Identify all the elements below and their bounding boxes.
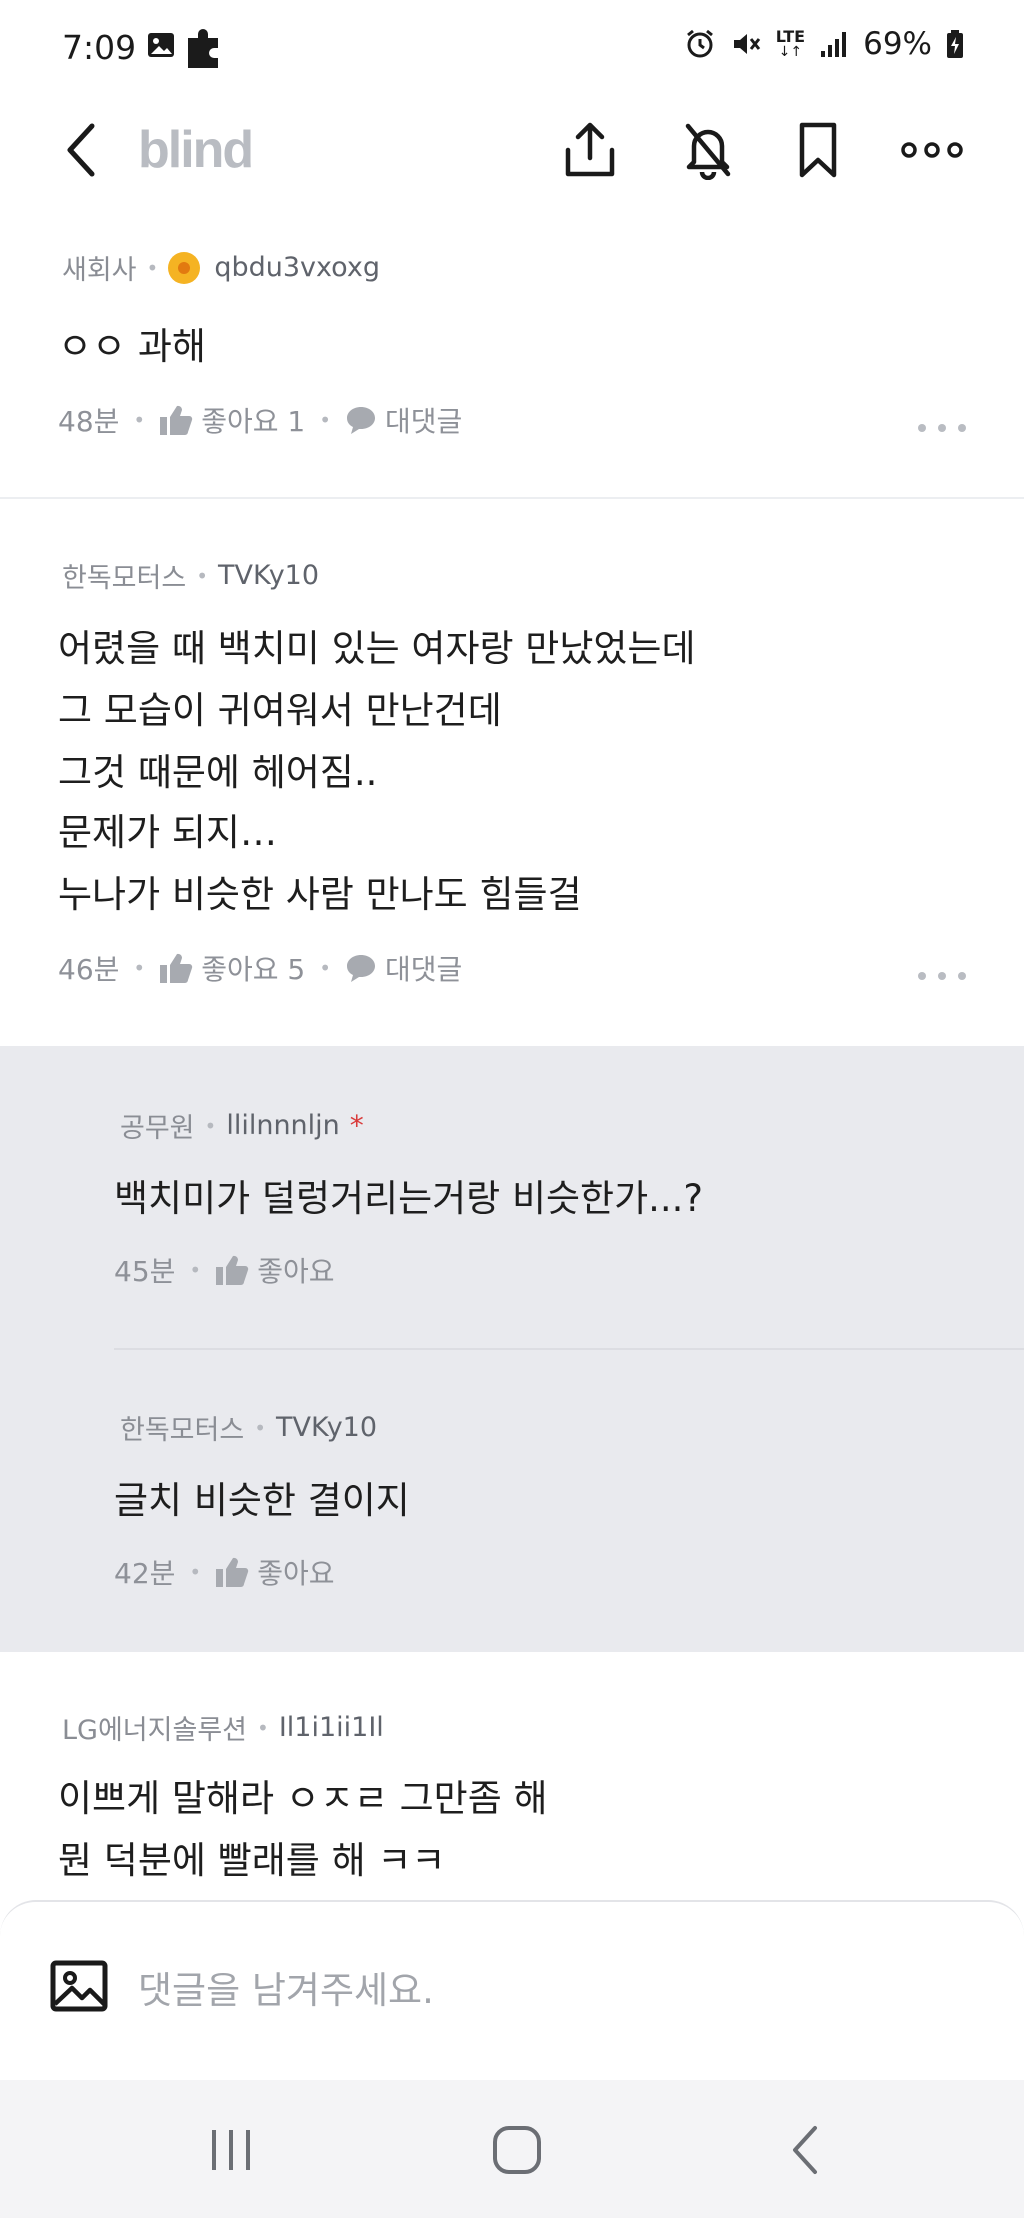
image-attach-icon[interactable]	[50, 1960, 108, 2012]
bookmark-button[interactable]	[786, 118, 850, 182]
comment-author: LG에너지솔루션 • Il1i1ii1Il	[62, 1708, 384, 1747]
share-icon	[565, 122, 615, 177]
comment-time: 42분	[114, 1557, 176, 1590]
comment-time: 48분	[58, 405, 120, 438]
verified-badge-icon	[168, 251, 201, 284]
reply-item: 공무원 • llilnnnljn * 백치미가 덜렁거리는거랑 비슷한가...?…	[0, 1046, 1024, 1350]
chat-bubble-icon	[346, 955, 375, 982]
author-mark: *	[349, 1109, 364, 1142]
thumbs-up-icon	[216, 1557, 249, 1587]
share-button[interactable]	[558, 118, 622, 182]
comment-time: 45분	[114, 1255, 176, 1288]
comment-text-line: 그 모습이 귀여워서 만난건데	[58, 689, 502, 732]
reply-button[interactable]: 대댓글	[345, 948, 462, 988]
status-time: 7:09	[62, 28, 137, 67]
notifications-off-icon	[685, 123, 731, 180]
battery-level: 69%	[863, 26, 932, 62]
battery-icon	[947, 30, 963, 58]
notification-toggle-button[interactable]	[676, 118, 740, 182]
mute-icon	[733, 34, 760, 54]
more-button[interactable]	[900, 118, 964, 182]
comment-item: LG에너지솔루션 • Il1i1ii1Il 이쁘게 말해라 ㅇㅈㄹ 그만좀 해 …	[0, 1680, 1024, 1900]
comment-author: 한독모터스 • TVKy10	[62, 556, 319, 595]
like-button[interactable]: 좋아요	[215, 1250, 334, 1290]
status-bar: 7:09 LTE ↓↑ 69%	[0, 0, 1024, 100]
system-nav-bar	[0, 2080, 1024, 2218]
recent-apps-icon	[212, 2130, 250, 2170]
nickname[interactable]: Il1i1ii1Il	[279, 1712, 384, 1743]
comment-item: 한독모터스 • TVKy10 어렸을 때 백치미 있는 여자랑 만났었는데 그 …	[0, 530, 1024, 1046]
comment-text-line: ㅇㅇ 과해	[58, 325, 206, 368]
more-icon	[901, 142, 963, 158]
reply-item: 한독모터스 • TVKy10 글치 비슷한 결이지 42분 • 좋아요	[0, 1350, 1024, 1652]
company-name[interactable]: 공무원	[120, 1106, 195, 1145]
comment-item: 새회사 • qbdu3vxoxg ㅇㅇ 과해 48분 • 좋아요 1 • 대댓글	[0, 230, 1024, 498]
nav-back-button[interactable]	[770, 2122, 840, 2178]
comment-author: 한독모터스 • TVKy10	[120, 1408, 377, 1447]
company-name[interactable]: 한독모터스	[62, 556, 186, 595]
comment-text-line: 뭔 덕분에 빨래를 해 ㅋㅋ	[58, 1839, 446, 1882]
nickname[interactable]: TVKy10	[218, 560, 319, 591]
comment-text-line: 백치미가 덜렁거리는거랑 비슷한가...?	[114, 1177, 704, 1220]
comment-text-line: 어렸을 때 백치미 있는 여자랑 만났었는데	[58, 627, 696, 670]
thumbs-up-icon	[160, 953, 193, 983]
company-name[interactable]: 한독모터스	[120, 1408, 244, 1447]
comment-text-line: 글치 비슷한 결이지	[114, 1479, 410, 1522]
thumbs-up-icon	[160, 405, 193, 435]
nickname[interactable]: TVKy10	[276, 1412, 377, 1443]
signal-icon	[821, 32, 847, 57]
nickname[interactable]: qbdu3vxoxg	[214, 252, 380, 283]
bookmark-icon	[799, 122, 837, 178]
app-header: blind	[0, 100, 1024, 200]
comment-actions: 42분 • 좋아요	[114, 1552, 334, 1592]
lte-indicator: LTE ↓↑	[775, 27, 806, 60]
comment-text-line: 문제가 되지…	[58, 811, 277, 854]
blind-logo: blind	[138, 121, 254, 179]
reply-button[interactable]: 대댓글	[345, 400, 462, 440]
like-button[interactable]: 좋아요 1	[159, 400, 305, 440]
comment-input-bar: 댓글을 남겨주세요.	[0, 1900, 1024, 2080]
thumbs-up-icon	[216, 1255, 249, 1285]
gallery-notification-icon	[148, 33, 174, 57]
comment-actions: 46분 • 좋아요 5 • 대댓글	[58, 948, 462, 988]
comment-input[interactable]: 댓글을 남겨주세요.	[138, 1960, 434, 2014]
comment-text-line: 그것 때문에 헤어짐..	[58, 751, 378, 794]
status-icons: LTE ↓↑ 69%	[684, 26, 964, 62]
alarm-icon	[686, 29, 713, 58]
puzzle-notification-icon	[188, 29, 218, 68]
home-button[interactable]	[482, 2122, 552, 2178]
company-name[interactable]: 새회사	[62, 248, 137, 287]
home-icon	[493, 2126, 541, 2174]
comment-time: 46분	[58, 953, 120, 986]
comment-actions: 45분 • 좋아요	[114, 1250, 334, 1290]
company-name[interactable]: LG에너지솔루션	[62, 1708, 247, 1747]
like-button[interactable]: 좋아요	[215, 1552, 334, 1592]
chat-bubble-icon	[346, 407, 375, 434]
comment-text-line: 누나가 비슷한 사람 만나도 힘들걸	[58, 873, 582, 916]
back-icon	[67, 123, 95, 177]
nav-back-icon	[793, 2126, 817, 2174]
comment-author: 공무원 • llilnnnljn *	[120, 1106, 364, 1145]
like-button[interactable]: 좋아요 5	[159, 948, 305, 988]
comment-text-line: 이쁘게 말해라 ㅇㅈㄹ 그만좀 해	[58, 1777, 548, 1820]
comment-actions: 48분 • 좋아요 1 • 대댓글	[58, 400, 462, 440]
comment-author: 새회사 • qbdu3vxoxg	[62, 248, 380, 287]
recent-apps-button[interactable]	[196, 2122, 266, 2178]
comment-divider	[0, 497, 1024, 499]
comment-more-button[interactable]	[918, 418, 966, 438]
comment-more-button[interactable]	[918, 966, 966, 986]
back-button[interactable]	[50, 118, 114, 182]
nickname[interactable]: llilnnnljn	[226, 1110, 339, 1141]
